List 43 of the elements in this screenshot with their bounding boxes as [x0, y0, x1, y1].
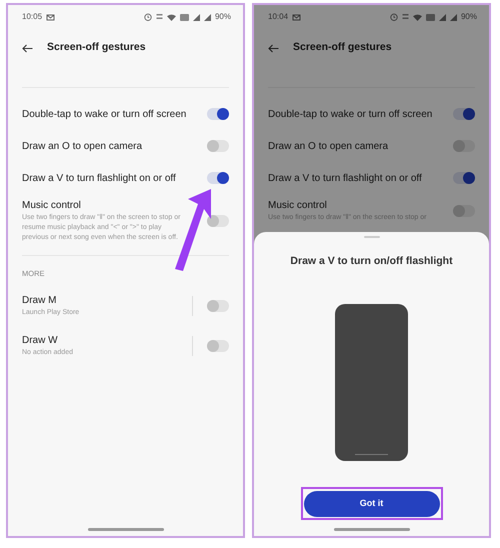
- back-icon[interactable]: [268, 44, 279, 52]
- back-icon[interactable]: [22, 44, 33, 52]
- mail-icon: [46, 14, 56, 20]
- screen-title: Screen-off gestures: [293, 40, 392, 56]
- wifi-icon: [412, 14, 422, 20]
- navigation-handle[interactable]: [334, 528, 410, 531]
- toggle-switch[interactable]: [453, 108, 475, 120]
- sheet-title: Draw a V to turn on/off flashlight: [289, 254, 454, 269]
- alarm-icon: [390, 13, 398, 21]
- toggle-switch[interactable]: [207, 108, 229, 120]
- setting-label: Double-tap to wake or turn off screen: [22, 108, 186, 122]
- gesture-label: Draw M: [22, 294, 58, 308]
- toggle-switch[interactable]: [453, 172, 475, 184]
- setting-label: Draw an O to open camera: [268, 140, 388, 154]
- status-time: 10:04: [268, 11, 288, 23]
- toggle-switch[interactable]: [207, 140, 229, 152]
- network-speed-icon: [402, 13, 409, 21]
- gesture-label: Draw W: [22, 334, 59, 348]
- toggle-switch[interactable]: [207, 300, 229, 312]
- toggle-switch[interactable]: [453, 204, 475, 217]
- got-it-button[interactable]: Got it: [304, 490, 440, 516]
- screen-title: Screen-off gestures: [47, 40, 146, 56]
- battery-level: 90%: [460, 11, 477, 23]
- setting-label: Draw a V to turn flashlight on or off: [22, 172, 176, 186]
- wifi-icon: [166, 14, 176, 20]
- mail-icon: [292, 14, 302, 20]
- volte-icon: [180, 14, 189, 20]
- volte-icon: [426, 14, 435, 20]
- setting-label: Double-tap to wake or turn off screen: [268, 108, 432, 122]
- setting-label: Music control: [22, 199, 82, 213]
- toggle-switch[interactable]: [207, 172, 229, 184]
- toggle-switch[interactable]: [207, 340, 229, 352]
- setting-label: Draw an O to open camera: [22, 140, 142, 154]
- network-speed-icon: [156, 13, 163, 21]
- navigation-handle[interactable]: [88, 528, 164, 531]
- alarm-icon: [144, 13, 152, 21]
- sheet-handle[interactable]: [364, 236, 380, 238]
- toggle-switch[interactable]: [453, 140, 475, 152]
- setting-label: Music control: [268, 199, 328, 213]
- battery-level: 90%: [214, 11, 231, 23]
- setting-label: Draw a V to turn flashlight on or off: [268, 172, 422, 186]
- status-time: 10:05: [22, 11, 42, 23]
- toggle-switch[interactable]: [207, 214, 229, 227]
